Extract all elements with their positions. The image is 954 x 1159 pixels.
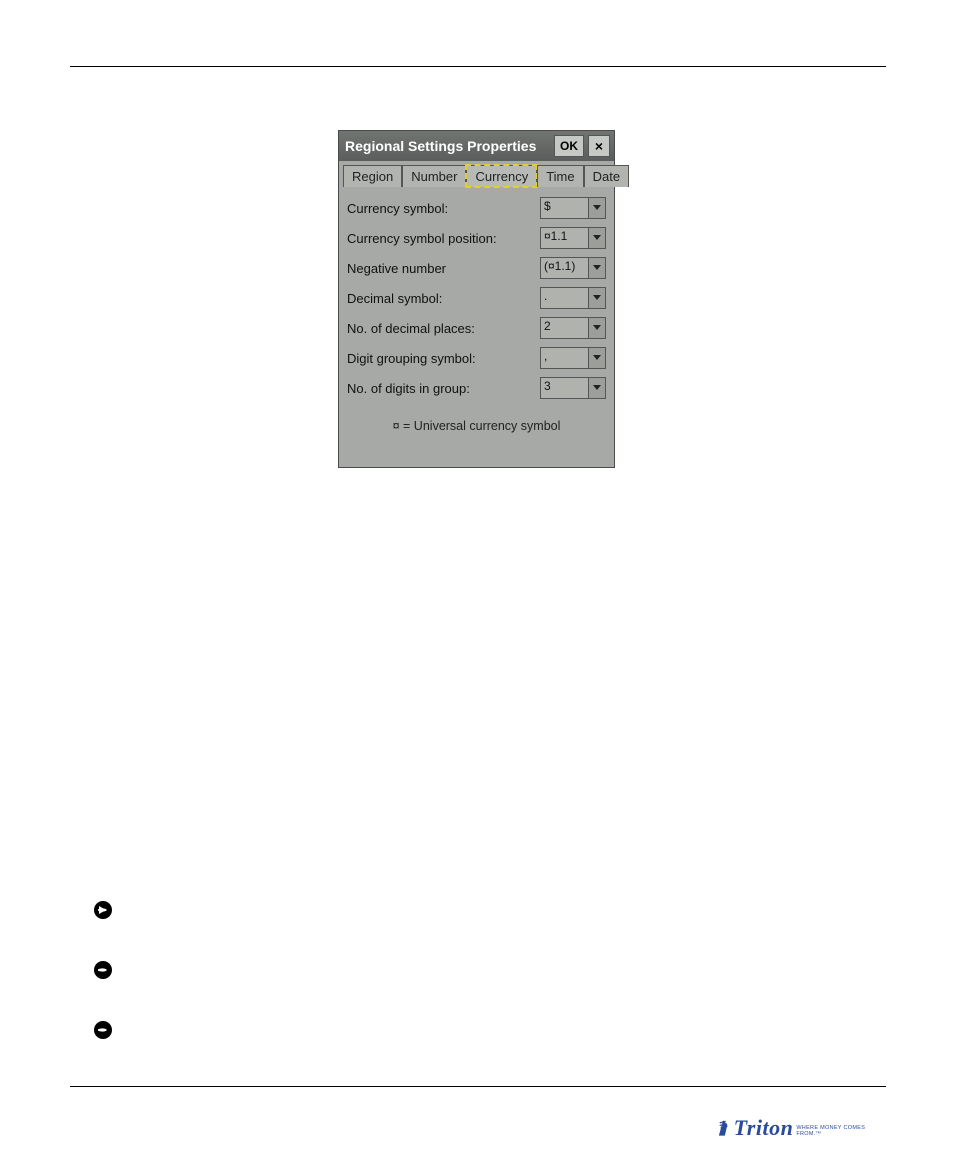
tab-date[interactable]: Date [584, 165, 629, 187]
combo-value: ¤1.1 [541, 228, 588, 248]
tab-time[interactable]: Time [537, 165, 583, 187]
label-digit-grouping: Digit grouping symbol: [347, 351, 540, 366]
dialog-title: Regional Settings Properties [345, 138, 554, 154]
rule-bottom [70, 1086, 886, 1087]
combo-decimal-symbol[interactable]: . [540, 287, 606, 309]
combo-currency-symbol[interactable]: $ [540, 197, 606, 219]
combo-value: . [541, 288, 588, 308]
label-negative-number: Negative number [347, 261, 540, 276]
label-digits-in-group: No. of digits in group: [347, 381, 540, 396]
label-decimal-symbol: Decimal symbol: [347, 291, 540, 306]
combo-negative-number[interactable]: (¤1.1) [540, 257, 606, 279]
chevron-down-icon[interactable] [588, 288, 605, 308]
chevron-down-icon[interactable] [588, 258, 605, 278]
chevron-down-icon[interactable] [588, 228, 605, 248]
combo-digits-in-group[interactable]: 3 [540, 377, 606, 399]
combo-value: 3 [541, 378, 588, 398]
regional-settings-dialog: Regional Settings Properties OK × Region… [338, 130, 615, 468]
combo-value: $ [541, 198, 588, 218]
combo-value: , [541, 348, 588, 368]
tab-region[interactable]: Region [343, 165, 402, 187]
row-currency-symbol: Currency symbol: $ [347, 197, 606, 219]
logo-tagline: WHERE MONEY COMES FROM.™ [796, 1125, 878, 1137]
tab-currency[interactable]: Currency [466, 165, 537, 187]
combo-decimal-places[interactable]: 2 [540, 317, 606, 339]
logo-mark-icon [718, 1117, 732, 1139]
label-currency-symbol: Currency symbol: [347, 201, 540, 216]
ok-button[interactable]: OK [554, 135, 584, 157]
row-decimal-places: No. of decimal places: 2 [347, 317, 606, 339]
combo-symbol-position[interactable]: ¤1.1 [540, 227, 606, 249]
row-negative-number: Negative number (¤1.1) [347, 257, 606, 279]
chevron-down-icon[interactable] [588, 198, 605, 218]
chevron-down-icon[interactable] [588, 348, 605, 368]
combo-value: 2 [541, 318, 588, 338]
chevron-down-icon[interactable] [588, 318, 605, 338]
dialog-titlebar: Regional Settings Properties OK × [339, 131, 614, 161]
tab-strip: Region Number Currency Time Date [339, 161, 614, 187]
logo-text: Triton [734, 1115, 794, 1141]
dialog-body: Currency symbol: $ Currency symbol posit… [339, 187, 614, 433]
row-digits-in-group: No. of digits in group: 3 [347, 377, 606, 399]
label-decimal-places: No. of decimal places: [347, 321, 540, 336]
rule-top [70, 66, 886, 67]
row-decimal-symbol: Decimal symbol: . [347, 287, 606, 309]
triton-logo: Triton WHERE MONEY COMES FROM.™ [718, 1108, 878, 1148]
combo-value: (¤1.1) [541, 258, 588, 278]
chevron-down-icon[interactable] [588, 378, 605, 398]
combo-digit-grouping[interactable]: , [540, 347, 606, 369]
bullet-arrow-icon [93, 960, 113, 980]
label-symbol-position: Currency symbol position: [347, 231, 540, 246]
universal-currency-note: ¤ = Universal currency symbol [347, 419, 606, 433]
close-button[interactable]: × [588, 135, 610, 157]
row-symbol-position: Currency symbol position: ¤1.1 [347, 227, 606, 249]
bullet-arrow-icon [93, 1020, 113, 1040]
bullet-arrow-icon [93, 900, 113, 920]
tab-number[interactable]: Number [402, 165, 466, 187]
row-digit-grouping: Digit grouping symbol: , [347, 347, 606, 369]
